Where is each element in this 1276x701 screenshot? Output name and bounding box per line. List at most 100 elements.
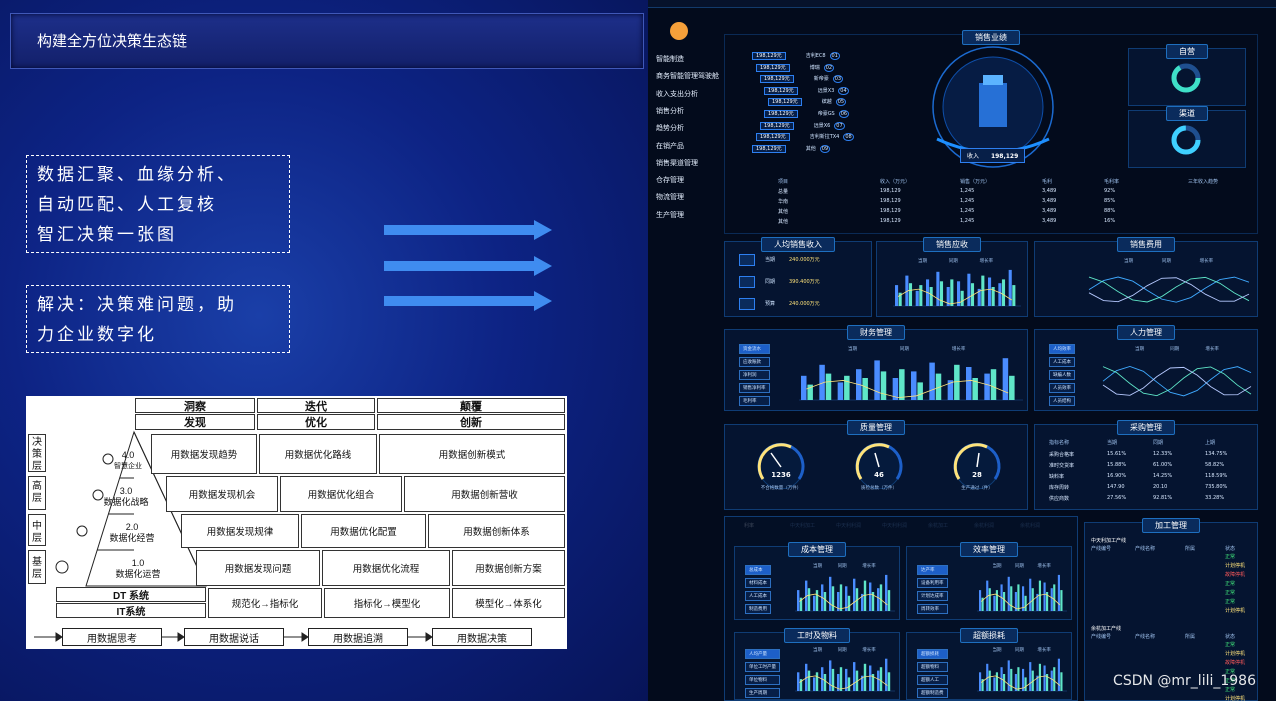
process-status: 计划停机: [1225, 608, 1246, 614]
side-menu-item[interactable]: 人员效率: [1049, 383, 1075, 393]
presentation-slide: 构建全方位决策生态链 数据汇聚、血缘分析、 自动匹配、人工复核 智汇决策一张图 …: [0, 0, 648, 701]
sales-value: 198,129元: [760, 75, 794, 84]
side-menu-item[interactable]: 超额制造费: [917, 688, 948, 698]
process-status: 正常: [1225, 642, 1236, 648]
labor-material-panel: 工时及物料 人均产量 单位工时产量 单位物料 生产周期 当期 同期 增长率: [734, 628, 900, 700]
side-menu-item[interactable]: 计划达成率: [917, 591, 948, 601]
gauge-label: 不合格数量（万件）: [760, 486, 802, 491]
legend-label: 当期: [813, 646, 822, 653]
process-status: 故障停机: [1225, 660, 1246, 666]
sales-name: 吉利EC8: [805, 53, 826, 59]
side-menu-item[interactable]: 生产周期: [745, 688, 780, 698]
panel-title: 工时及物料: [784, 628, 850, 643]
side-menu-item[interactable]: 单位工时产量: [745, 662, 780, 672]
side-menu-item[interactable]: 总成本: [745, 565, 771, 575]
bar-chart: 当期 同期 增长率: [893, 257, 1021, 307]
bar-mark: [1001, 279, 1006, 306]
sales-expense-panel: 销售费用 当期 同期 增长率: [1034, 237, 1258, 317]
bar-mark: [815, 590, 819, 611]
nav-item[interactable]: 物流管理: [656, 192, 684, 202]
side-menu-item[interactable]: 单位物料: [745, 675, 780, 685]
bar-mark: [807, 670, 811, 691]
side-menu-item[interactable]: 人员结构: [1049, 396, 1075, 406]
sales-name: 博瑞: [809, 64, 820, 71]
series-line: [1102, 366, 1252, 396]
nav-item[interactable]: 收入支出分析: [656, 89, 698, 99]
matrix-cell: 用数据创新模式: [379, 434, 565, 474]
top-bar: [648, 0, 1276, 8]
series-line: [1088, 276, 1250, 303]
process-status: 故障停机: [1225, 572, 1246, 578]
arrow-right-icon: [384, 220, 552, 240]
nav-item[interactable]: 趋势分析: [656, 123, 684, 133]
side-menu-item[interactable]: 人工成本: [745, 591, 771, 601]
panel-title: 人力管理: [1117, 325, 1175, 340]
nav-item[interactable]: 商务智能管理驾驶舱: [656, 71, 719, 81]
side-menu-item[interactable]: 材料成本: [745, 578, 771, 588]
side-menu-item[interactable]: 人均效率: [1049, 344, 1075, 354]
legend-label: 当期: [1124, 257, 1133, 264]
purchase-cell: 33.28%: [1205, 495, 1225, 501]
bar-mark: [797, 672, 800, 691]
side-menu-item[interactable]: 销售净利率: [739, 383, 770, 393]
sales-index: 06: [838, 110, 850, 118]
nav-item[interactable]: 在销产品: [656, 141, 684, 151]
nav-item[interactable]: 生产管理: [656, 210, 684, 220]
purchase-cell: 15.61%: [1107, 451, 1127, 457]
side-menu-item[interactable]: 达产率: [917, 565, 948, 575]
nav-item[interactable]: 销售分析: [656, 106, 684, 116]
bar-mark: [807, 588, 811, 611]
table-cell: 1,245: [960, 208, 975, 214]
sales-value: 198,129元: [768, 98, 802, 107]
summary-line: 自动匹配、人工复核: [37, 195, 217, 215]
table-cell: 1,245: [960, 188, 975, 194]
side-menu-item[interactable]: 超额损耗: [917, 649, 948, 659]
sales-value: 198,129元: [752, 52, 786, 60]
bar-mark: [915, 290, 919, 306]
matrix-cell: 用数据发现问题: [196, 550, 320, 586]
bar-mark: [1029, 662, 1032, 691]
purchase-header: 当期: [1107, 440, 1118, 446]
matrix-cell: 用数据发现机会: [166, 476, 278, 512]
nav-item[interactable]: 仓存管理: [656, 175, 684, 185]
process-status: 正常: [1225, 554, 1236, 560]
nav-item[interactable]: 销售渠道管理: [656, 158, 698, 168]
bar-mark: [797, 590, 800, 611]
side-menu-item[interactable]: 净利润: [739, 370, 770, 380]
bar-mark: [879, 667, 883, 691]
bar-mark: [966, 367, 972, 400]
percap-value: 390.400万元: [789, 279, 820, 285]
side-menu-item[interactable]: 周转效率: [917, 604, 948, 614]
side-menu-item[interactable]: 人工成本: [1049, 357, 1075, 367]
bar-mark: [929, 287, 933, 306]
process-group-title: 余杭加工产线: [1091, 626, 1122, 632]
level-label: 2.0 数据化经营: [96, 522, 168, 544]
table-cell: 88%: [1104, 208, 1116, 214]
side-menu-item[interactable]: 超额人工: [917, 675, 948, 685]
side-menu-item[interactable]: 缺编人数: [1049, 370, 1075, 380]
side-menu-item[interactable]: 资金流水: [739, 344, 770, 354]
gauge: 1236 不合格数量（万件）: [751, 439, 811, 509]
legend-label: 增长率: [980, 257, 994, 264]
bar-mark: [885, 574, 888, 611]
bar-mark: [877, 588, 880, 611]
side-menu-item[interactable]: 超额物料: [917, 662, 948, 672]
percap-label: 同期: [765, 279, 776, 285]
side-menu-item[interactable]: 设备利用率: [917, 578, 948, 588]
matrix-cell: 用数据优化流程: [322, 550, 450, 586]
nav-item[interactable]: 智能制造: [656, 54, 684, 64]
bar-mark: [1009, 375, 1015, 400]
side-menu-item[interactable]: 应收账款: [739, 357, 770, 367]
sales-value: 198,129元: [756, 63, 790, 72]
bar-mark: [853, 578, 856, 611]
legend-label: 当期: [918, 257, 927, 264]
bar-chart: 当期 同期 增长率: [795, 562, 895, 612]
side-menu-item[interactable]: 制造费用: [745, 604, 771, 614]
side-menu-item[interactable]: 毛利率: [739, 396, 770, 406]
percap-icon: [739, 276, 755, 288]
level-label: 1.0 数据化运营: [96, 558, 180, 580]
side-menu-item[interactable]: 人均产量: [745, 649, 780, 659]
level-label: 3.0 数据化战略: [96, 486, 156, 508]
process-header: 产线编号: [1091, 546, 1112, 552]
receivable-panel: 销售应收 当期 同期 增长率: [876, 237, 1028, 317]
